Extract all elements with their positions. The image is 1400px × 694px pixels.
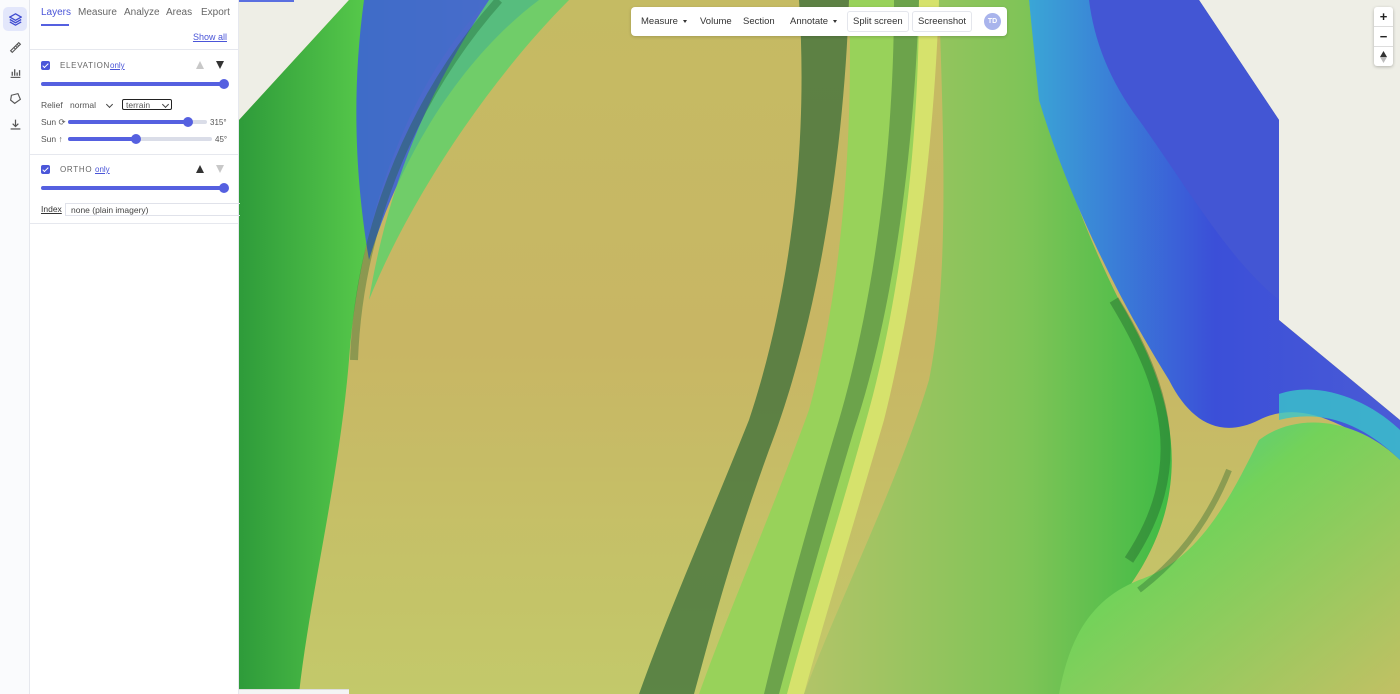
move-layer-down-icon[interactable] bbox=[216, 61, 224, 69]
sun-azimuth-slider[interactable] bbox=[68, 117, 207, 127]
move-layer-up-icon[interactable] bbox=[196, 165, 204, 173]
elevation-only-link[interactable]: only bbox=[110, 61, 125, 70]
measure-menu-label: Measure bbox=[641, 16, 678, 27]
show-all-link[interactable]: Show all bbox=[193, 32, 227, 42]
section-button[interactable]: Section bbox=[743, 7, 775, 36]
tab-export[interactable]: Export bbox=[201, 7, 230, 18]
sun-azimuth-label: Sun ⟳ bbox=[41, 117, 66, 127]
divider bbox=[30, 154, 239, 155]
polygon-icon[interactable] bbox=[3, 86, 27, 110]
sun-altitude-label: Sun ↑ bbox=[41, 134, 63, 144]
screenshot-label: Screenshot bbox=[918, 16, 967, 27]
relief-label: Relief bbox=[41, 100, 63, 110]
measure-icon[interactable] bbox=[3, 35, 27, 59]
divider bbox=[30, 223, 239, 224]
chart-icon[interactable] bbox=[3, 60, 27, 84]
split-screen-label: Split screen bbox=[853, 16, 903, 27]
sun-altitude-slider[interactable] bbox=[68, 134, 212, 144]
sun-azimuth-value: 315° bbox=[210, 118, 227, 127]
section-label: Section bbox=[743, 16, 775, 27]
relief-mode-select[interactable]: normal bbox=[66, 99, 116, 110]
split-screen-button[interactable]: Split screen bbox=[847, 11, 909, 32]
volume-button[interactable]: Volume bbox=[700, 7, 732, 36]
elevation-opacity-slider[interactable] bbox=[41, 79, 229, 89]
map-toolbar: Measure Volume Section Annotate Split sc… bbox=[631, 7, 1007, 36]
slider-knob[interactable] bbox=[219, 183, 229, 193]
download-icon[interactable] bbox=[3, 112, 27, 136]
ortho-layer-name: ORTHO bbox=[60, 165, 93, 174]
panel-tabs: Layers Measure Analyze Areas Export bbox=[30, 0, 239, 28]
index-value-field[interactable]: none (plain imagery) bbox=[65, 203, 240, 216]
compass-icon[interactable] bbox=[1374, 47, 1393, 66]
move-layer-up-icon[interactable] bbox=[196, 61, 204, 69]
tool-rail bbox=[0, 0, 30, 694]
annotate-menu-label: Annotate bbox=[790, 16, 829, 27]
layers-icon[interactable] bbox=[3, 7, 27, 31]
ortho-visibility-checkbox[interactable] bbox=[41, 165, 50, 174]
volume-label: Volume bbox=[700, 16, 732, 27]
relief-mode-value: normal bbox=[70, 99, 96, 110]
elevation-map[interactable] bbox=[239, 0, 1400, 694]
active-tab-indicator bbox=[41, 24, 69, 26]
tab-measure[interactable]: Measure bbox=[78, 7, 117, 18]
slider-fill bbox=[68, 137, 138, 141]
relief-palette-value: terrain bbox=[126, 99, 151, 110]
chevron-down-icon bbox=[161, 100, 170, 109]
layers-panel: Layers Measure Analyze Areas Export Show… bbox=[30, 0, 240, 694]
tab-analyze[interactable]: Analyze bbox=[124, 7, 160, 18]
zoom-in-button[interactable]: + bbox=[1374, 7, 1393, 26]
zoom-controls: + − bbox=[1374, 7, 1393, 66]
move-layer-down-icon[interactable] bbox=[216, 165, 224, 173]
divider bbox=[30, 49, 239, 50]
caret-down-icon bbox=[682, 20, 687, 23]
measure-menu-button[interactable]: Measure bbox=[641, 7, 687, 36]
caret-down-icon bbox=[833, 20, 838, 23]
slider-knob[interactable] bbox=[183, 117, 193, 127]
zoom-out-button[interactable]: − bbox=[1374, 27, 1393, 46]
chevron-down-icon bbox=[105, 100, 114, 109]
map-view[interactable] bbox=[239, 0, 1400, 694]
elevation-visibility-checkbox[interactable] bbox=[41, 61, 50, 70]
slider-knob[interactable] bbox=[131, 134, 141, 144]
sun-altitude-value: 45° bbox=[215, 135, 228, 144]
tab-areas[interactable]: Areas bbox=[166, 7, 192, 18]
annotate-menu-button[interactable]: Annotate bbox=[790, 7, 838, 36]
relief-palette-select[interactable]: terrain bbox=[122, 99, 172, 110]
avatar[interactable]: TD bbox=[984, 13, 1001, 30]
map-attribution-strip bbox=[239, 689, 349, 694]
ortho-only-link[interactable]: only bbox=[95, 165, 110, 174]
tab-layers[interactable]: Layers bbox=[41, 7, 71, 18]
slider-fill bbox=[68, 120, 191, 124]
slider-knob[interactable] bbox=[219, 79, 229, 89]
elevation-layer-name: ELEVATION bbox=[60, 61, 111, 70]
index-label[interactable]: Index bbox=[41, 204, 62, 214]
ortho-opacity-slider[interactable] bbox=[41, 183, 229, 193]
screenshot-button[interactable]: Screenshot bbox=[912, 11, 973, 32]
